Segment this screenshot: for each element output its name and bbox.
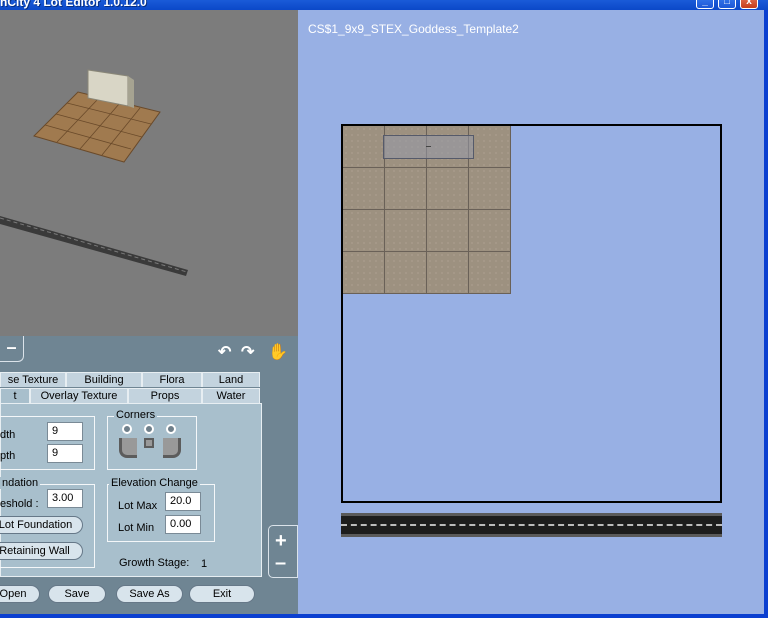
corner-center-icon [144,438,154,448]
growth-stage-label: Growth Stage: [119,557,190,569]
tile [385,252,427,294]
corner-right-icon [163,438,181,458]
tile [385,168,427,210]
depth-label: pth [0,450,16,462]
zoom-out-button[interactable]: – [275,553,286,573]
rotate-right-icon[interactable]: ↷ [241,342,254,362]
title-bar: nCity 4 Lot Editor 1.0.12.0 _ □ x [0,0,768,10]
3d-scene [0,69,188,276]
building-footprint[interactable] [383,135,474,159]
lot-min-input[interactable]: 0.00 [165,515,201,534]
open-button[interactable]: Open [0,585,40,603]
tab-base-texture[interactable]: se Texture [0,372,66,387]
save-button[interactable]: Save [48,585,106,603]
tile [343,210,385,252]
close-button[interactable]: x [740,0,758,9]
tile [343,126,385,168]
tile [427,252,469,294]
threshold-label: eshold : [0,498,39,510]
depth-input[interactable]: 9 [47,444,83,463]
tile [469,126,511,168]
tile [469,252,511,294]
tab-overlay-texture[interactable]: Overlay Texture [30,388,128,403]
save-as-button[interactable]: Save As [116,585,183,603]
tile [427,210,469,252]
lot-max-label: Lot Max [118,500,158,512]
tab-flora[interactable]: Flora [142,372,202,387]
corner-toggle-left[interactable] [122,424,132,434]
pan-hand-icon[interactable]: ✋ [268,342,288,362]
tile [469,168,511,210]
tile [343,168,385,210]
road-strip [341,513,722,537]
minimize-icon: _ [702,0,708,7]
tile [385,210,427,252]
building-side-3d [128,76,134,108]
window-frame-right [764,10,768,618]
close-icon: x [746,0,752,7]
3d-preview-viewport[interactable] [0,10,298,336]
lot-max-input[interactable]: 20.0 [165,492,201,511]
zoom-control: + – [268,525,298,578]
minus-icon: – [6,337,17,357]
collapse-preview-button[interactable]: – [0,336,24,362]
tab-row-upper: se Texture Building Flora Land [0,372,260,387]
maximize-button[interactable]: □ [718,0,736,9]
foundation-title: ndation [0,477,41,489]
lot-min-label: Lot Min [118,522,155,534]
growth-stage-value: 1 [201,558,208,570]
corners-title: Corners [114,409,158,421]
corner-left-icon [119,438,137,458]
exit-button[interactable]: Exit [189,585,255,603]
tab-land[interactable]: Land [202,372,260,387]
lot-name-label: CS$1_9x9_STEX_Goddess_Template2 [308,22,519,36]
width-label: dth [0,429,16,441]
width-input[interactable]: 9 [47,422,83,441]
tab-lot[interactable]: t [0,388,30,403]
threshold-input[interactable]: 3.00 [47,489,83,508]
tab-water[interactable]: Water [202,388,260,403]
maximize-icon: □ [723,0,731,7]
corner-toggle-center[interactable] [144,424,154,434]
road-3d [0,216,188,276]
lot-grid-canvas[interactable] [341,124,722,503]
tab-props[interactable]: Props [128,388,202,403]
window-frame-bottom [0,614,768,618]
elevation-title: Elevation Change [109,477,200,489]
tab-building[interactable]: Building [66,372,142,387]
retaining-wall-button[interactable]: Retaining Wall [0,542,83,560]
tile [469,210,511,252]
tab-row-lower: t Overlay Texture Props Water [0,388,260,403]
lot-foundation-button[interactable]: Lot Foundation [0,516,83,534]
minimize-button[interactable]: _ [696,0,714,9]
tile [427,168,469,210]
window-title: nCity 4 Lot Editor 1.0.12.0 [0,0,147,9]
corner-toggle-right[interactable] [166,424,176,434]
rotate-left-icon[interactable]: ↶ [218,342,231,362]
tile [343,252,385,294]
zoom-in-button[interactable]: + [275,531,287,551]
